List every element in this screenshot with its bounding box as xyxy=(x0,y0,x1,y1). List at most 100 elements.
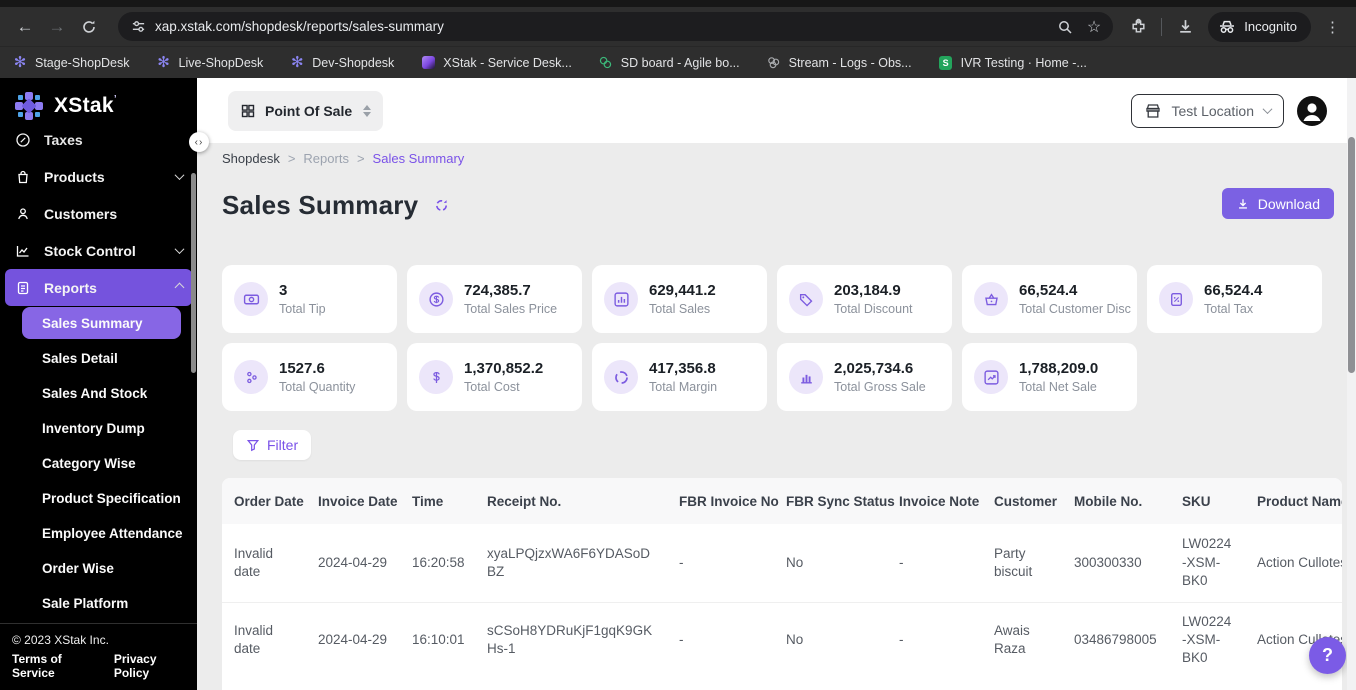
user-avatar[interactable] xyxy=(1297,95,1327,126)
col-mobile-no[interactable]: Mobile No. xyxy=(1062,478,1170,524)
sidebar-item-taxes[interactable]: Taxes xyxy=(0,133,197,158)
cell-customer: Party biscuit xyxy=(994,545,1033,579)
bookmark-dev-shopdesk[interactable]: ✻ Dev-Shopdesk xyxy=(289,55,394,71)
download-label: Download xyxy=(1257,195,1320,212)
toolbar-separator xyxy=(1161,17,1163,36)
sidebar-item-reports[interactable]: Reports xyxy=(5,269,192,306)
terms-of-service-link[interactable]: Terms of Service xyxy=(12,652,96,680)
sidebar-item-stock-control[interactable]: Stock Control xyxy=(0,232,197,269)
submenu-product-specification[interactable]: Product Specification xyxy=(0,481,197,516)
flower-icon: ✻ xyxy=(290,54,304,71)
sidebar-item-customers[interactable]: Customers xyxy=(0,195,197,232)
extensions-icon[interactable] xyxy=(1123,12,1153,42)
submenu-inventory-dump[interactable]: Inventory Dump xyxy=(0,411,197,446)
col-order-date[interactable]: Order Date xyxy=(222,478,306,524)
forward-button[interactable]: → xyxy=(42,12,72,42)
sidebar-footer: © 2023 XStak Inc. Terms of Service Priva… xyxy=(0,623,197,690)
stat-total-tax: 66,524.4 Total Tax xyxy=(1147,265,1322,333)
stat-label: Total Discount xyxy=(834,302,913,316)
page-scrollbar[interactable] xyxy=(1347,78,1356,690)
sidebar-item-products[interactable]: Products xyxy=(0,158,197,195)
reload-button[interactable] xyxy=(74,12,104,42)
col-invoice-date[interactable]: Invoice Date xyxy=(306,478,400,524)
download-icon xyxy=(1236,197,1250,211)
breadcrumb-shopdesk[interactable]: Shopdesk xyxy=(222,151,280,166)
bookmark-stage-shopdesk[interactable]: ✻ Stage-ShopDesk xyxy=(12,55,130,71)
reports-submenu: Sales Summary Sales Detail Sales And Sto… xyxy=(0,307,197,621)
page-scrollbar-thumb[interactable] xyxy=(1348,137,1355,373)
downloads-icon[interactable] xyxy=(1170,12,1200,42)
stat-label: Total Customer Disc xyxy=(1019,302,1131,316)
sidebar-item-label: Taxes xyxy=(44,133,83,148)
bag-icon xyxy=(14,168,31,185)
col-product-name[interactable]: Product Name xyxy=(1245,478,1342,524)
incognito-badge[interactable]: Incognito xyxy=(1208,11,1311,42)
location-selector[interactable]: Test Location xyxy=(1130,93,1284,128)
bookmark-stream-logs[interactable]: Stream - Logs - Obs... xyxy=(766,55,912,71)
bookmark-sd-board[interactable]: SD board - Agile bo... xyxy=(598,55,740,71)
help-button[interactable]: ? xyxy=(1309,637,1346,674)
module-selector-button[interactable]: Point Of Sale xyxy=(228,90,384,131)
filter-label: Filter xyxy=(267,437,299,453)
cell-order-date: Invalid date xyxy=(234,545,274,579)
bookmark-live-shopdesk[interactable]: ✻ Live-ShopDesk xyxy=(156,55,263,71)
logo-text: XStak’ xyxy=(54,93,117,117)
col-fbr-sync-status[interactable]: FBR Sync Status xyxy=(774,478,895,524)
module-label: Point Of Sale xyxy=(265,102,353,119)
submenu-category-wise[interactable]: Category Wise xyxy=(0,446,197,481)
site-settings-icon[interactable] xyxy=(130,19,146,35)
submenu-sales-summary[interactable]: Sales Summary xyxy=(22,307,181,339)
xstak-logo-icon xyxy=(12,89,46,123)
stat-total-net-sale: 1,788,209.0 Total Net Sale xyxy=(962,343,1137,411)
download-button[interactable]: Download xyxy=(1221,188,1334,219)
url-text[interactable]: xap.xstak.com/shopdesk/reports/sales-sum… xyxy=(155,19,1048,34)
refresh-icon[interactable] xyxy=(434,198,449,213)
xstak-square-icon xyxy=(420,55,436,71)
search-icon[interactable] xyxy=(1057,19,1073,35)
stat-value: 629,441.2 xyxy=(649,282,716,299)
app-logo: XStak’ xyxy=(0,78,197,133)
stat-label: Total Sales xyxy=(649,302,711,316)
col-customer[interactable]: Customer xyxy=(982,478,1062,524)
col-fbr-invoice-no[interactable]: FBR Invoice No xyxy=(667,478,779,524)
browser-chrome: ← → xap.xstak.com/shopdesk/reports/sales… xyxy=(0,0,1356,78)
cell-fbr-sync-status: No xyxy=(786,554,804,570)
breadcrumb-sales-summary[interactable]: Sales Summary xyxy=(373,151,465,166)
browser-toolbar: ← → xap.xstak.com/shopdesk/reports/sales… xyxy=(0,7,1356,46)
cell-time: 16:20:58 xyxy=(412,554,465,570)
stat-label: Total Sales Price xyxy=(464,302,558,316)
breadcrumb-reports[interactable]: Reports xyxy=(303,151,349,166)
col-receipt-no[interactable]: Receipt No. xyxy=(475,478,667,524)
submenu-order-wise[interactable]: Order Wise xyxy=(0,551,197,586)
bookmark-star-icon[interactable]: ☆ xyxy=(1087,17,1101,37)
col-invoice-note[interactable]: Invoice Note xyxy=(887,478,982,524)
col-sku[interactable]: SKU xyxy=(1170,478,1245,524)
circle-arc-icon xyxy=(604,360,638,394)
stat-value: 1527.6 xyxy=(279,360,325,377)
col-time[interactable]: Time xyxy=(400,478,475,524)
sidebar-scrollbar[interactable] xyxy=(191,173,196,373)
back-button[interactable]: ← xyxy=(10,12,40,42)
stat-value: 66,524.4 xyxy=(1019,282,1078,299)
filter-button[interactable]: Filter xyxy=(233,430,312,460)
sidebar-collapse-toggle[interactable]: ‹› xyxy=(189,132,209,152)
address-bar[interactable]: xap.xstak.com/shopdesk/reports/sales-sum… xyxy=(118,12,1114,41)
submenu-sales-and-stock[interactable]: Sales And Stock xyxy=(0,376,197,411)
cell-fbr-sync-status: No xyxy=(774,601,887,678)
submenu-employee-attendance[interactable]: Employee Attendance xyxy=(0,516,197,551)
submenu-sale-platform[interactable]: Sale Platform xyxy=(0,586,197,621)
cell-fbr-invoice-no: - xyxy=(667,601,774,678)
submenu-sales-detail[interactable]: Sales Detail xyxy=(0,341,197,376)
bookmark-ivr-testing[interactable]: S IVR Testing · Home -... xyxy=(938,55,1087,71)
browser-menu-icon[interactable]: ⋮ xyxy=(1319,18,1346,36)
tax-document-icon xyxy=(1159,282,1193,316)
stat-value: 66,524.4 xyxy=(1204,282,1263,299)
chevron-down-icon xyxy=(1262,104,1273,115)
report-document-icon xyxy=(14,279,31,296)
bookmark-label: XStak - Service Desk... xyxy=(443,55,572,70)
privacy-policy-link[interactable]: Privacy Policy xyxy=(114,652,185,680)
bookmarks-bar: ✻ Stage-ShopDesk ✻ Live-ShopDesk ✻ Dev-S… xyxy=(0,46,1356,78)
sidebar-item-label: Products xyxy=(44,168,105,185)
page-title: Sales Summary xyxy=(222,190,419,220)
bookmark-xstak-service-desk[interactable]: XStak - Service Desk... xyxy=(420,55,572,71)
